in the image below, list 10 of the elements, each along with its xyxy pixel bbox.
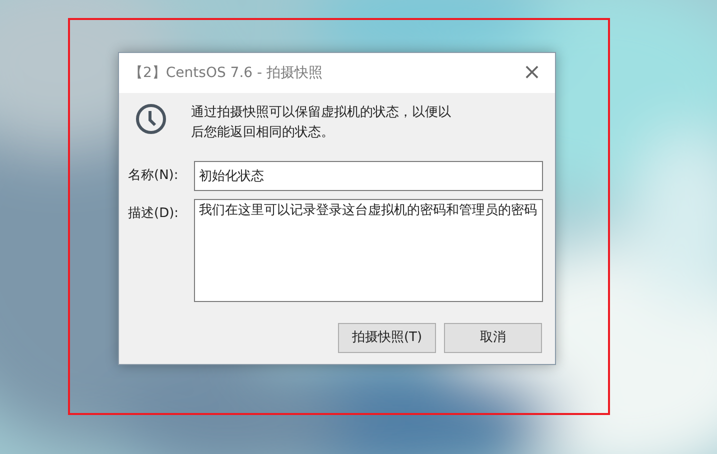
name-field[interactable]: 初始化状态 <box>194 161 543 191</box>
description-field[interactable]: 我们在这里可以记录登录这台虚拟机的密码和管理员的密码 <box>194 199 543 302</box>
snapshot-button[interactable]: 拍摄快照(T) <box>338 323 436 353</box>
info-text: 通过拍摄快照可以保留虚拟机的状态，以便以后您能返回相同的状态。 <box>191 104 451 142</box>
window-title: 【2】CentsOS 7.6 - 拍摄快照 <box>129 64 324 82</box>
field-label: 描述(D): <box>128 205 180 223</box>
clock-icon <box>135 103 167 135</box>
field-label: 名称(N): <box>128 167 180 185</box>
close-button[interactable]: × <box>509 53 555 93</box>
cancel-button[interactable]: 取消 <box>444 323 542 353</box>
